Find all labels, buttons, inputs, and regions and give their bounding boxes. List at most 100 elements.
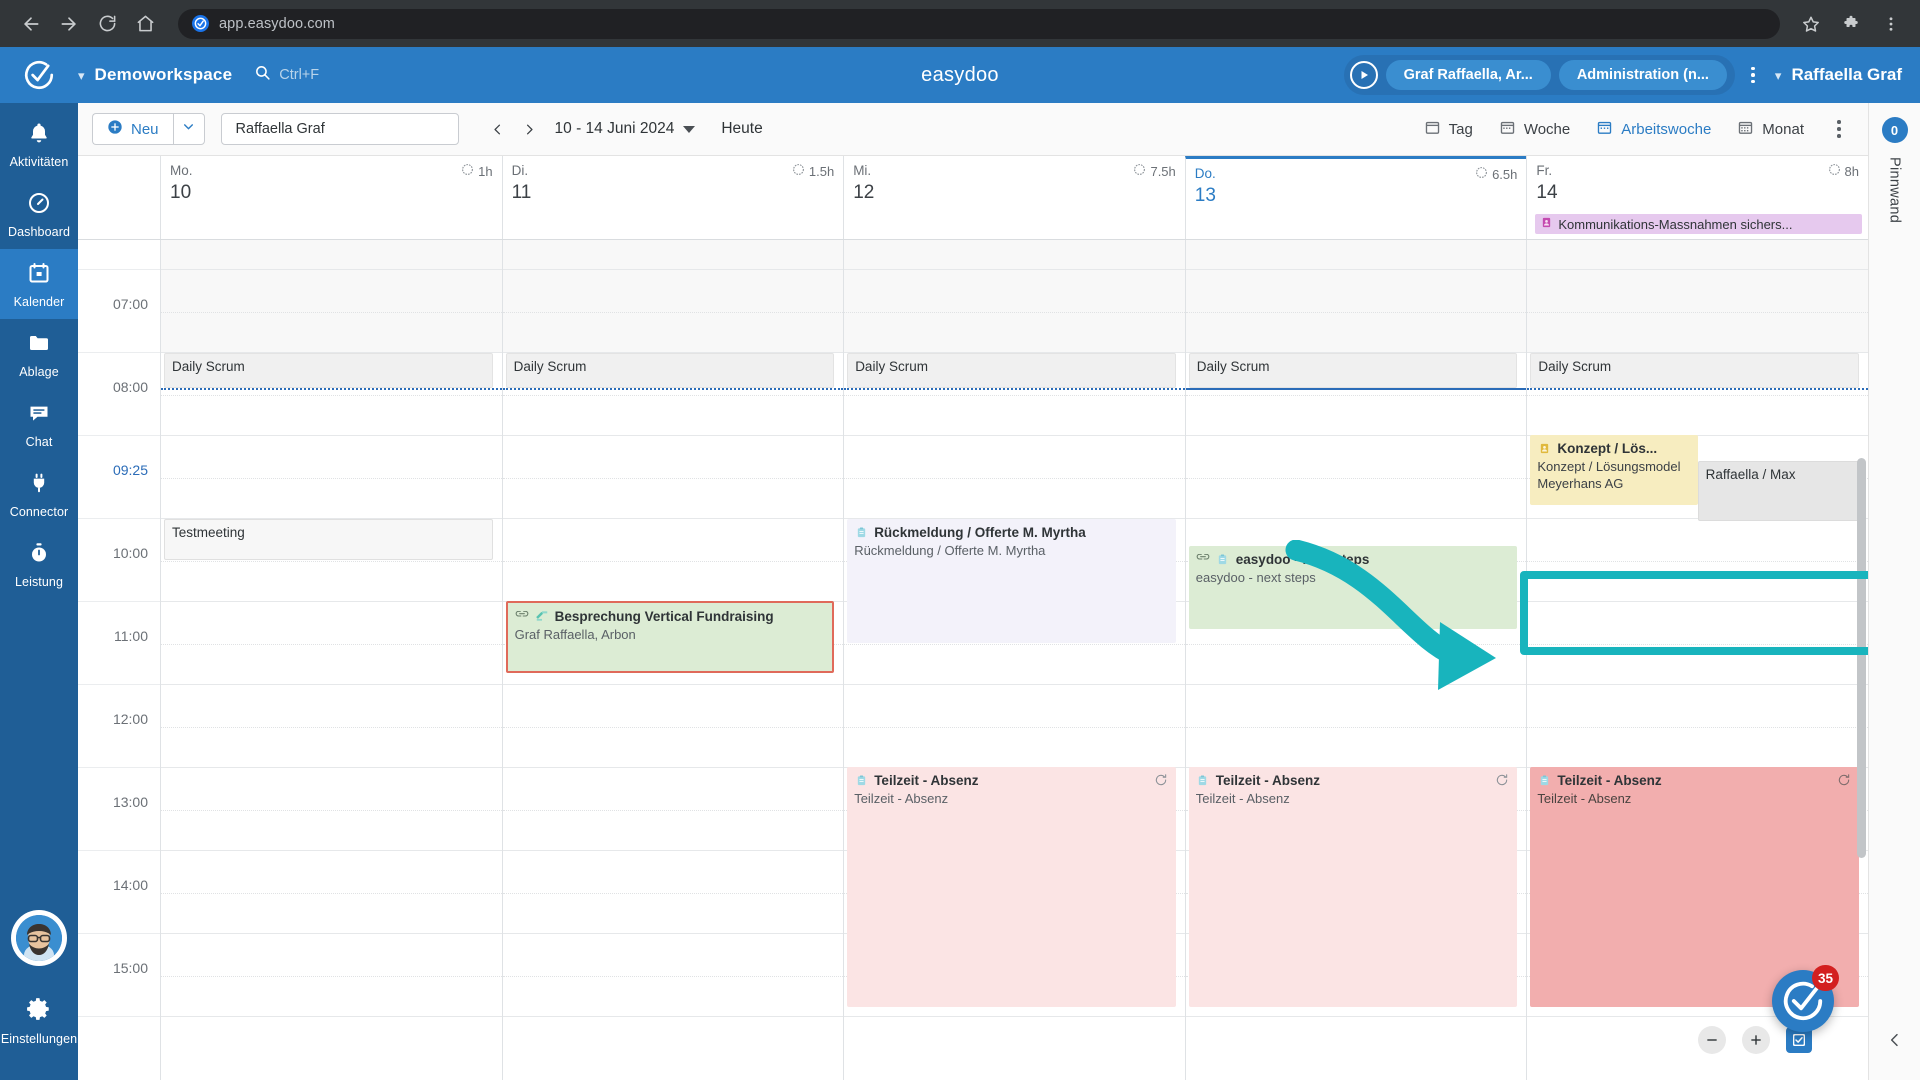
pinnwand-count-badge: 0 — [1881, 117, 1908, 143]
time-slot: 14:00 — [78, 851, 160, 934]
event-besprechung-vertical-fundraising[interactable]: Besprechung Vertical Fundraising Graf Ra… — [505, 601, 835, 673]
next-period-button[interactable] — [519, 116, 541, 142]
easydoo-assistant-button[interactable]: 35 — [1772, 965, 1839, 1032]
home-icon[interactable] — [128, 7, 162, 41]
workspace-switcher[interactable]: ▾ Demoworkspace — [78, 65, 232, 85]
user-menu[interactable]: ▾ Raffaella Graf — [1775, 65, 1902, 85]
duration-text: 7.5h — [1150, 163, 1176, 179]
event-title-row: Teilzeit - Absenz — [847, 767, 1176, 790]
event-daily-scrum[interactable]: Daily Scrum — [505, 353, 835, 388]
chevron-left-icon[interactable] — [1887, 1030, 1903, 1056]
context-pill-secondary[interactable]: Administration (n... — [1558, 60, 1727, 90]
view-woche-button[interactable]: Woche — [1499, 119, 1570, 140]
avatar[interactable] — [11, 910, 67, 966]
event-title: Raffaella / Max — [1705, 467, 1796, 482]
sidebar-item-label: Connector — [9, 505, 69, 519]
day-header-di[interactable]: Di. 1.5h 11 — [501, 156, 844, 239]
sidebar-item-leistung[interactable]: Leistung — [0, 529, 78, 599]
event-teilzeit-absenz[interactable]: Teilzeit - Absenz Teilzeit - Absenz — [1188, 767, 1518, 1007]
address-bar[interactable]: app.easydoo.com — [178, 8, 1780, 39]
view-label: Arbeitswoche — [1621, 120, 1712, 138]
calendar-scroll-area[interactable]: 06:00 07:00 08:00 09:25 10:00 11:00 12:0… — [78, 240, 1868, 1080]
event-konzept-loesungsmodel[interactable]: Konzept / Lös... Konzept / Lösungsmodel … — [1530, 435, 1698, 505]
sidebar-item-chat[interactable]: Chat — [0, 389, 78, 459]
date-range-selector[interactable]: 10 - 14 Juni 2024 — [555, 120, 696, 138]
pinnwand-label[interactable]: Pinnwand — [1887, 157, 1903, 223]
calendar-day-icon — [1424, 119, 1441, 140]
calendar-filter-input[interactable]: Raffaella Graf — [220, 113, 459, 145]
day-header-mo[interactable]: Mo. 1h 10 — [160, 156, 502, 239]
sidebar-item-einstellungen[interactable]: Einstellungen — [0, 984, 79, 1056]
event-daily-scrum[interactable]: Daily Scrum — [847, 353, 1176, 388]
view-arbeitswoche-button[interactable]: Arbeitswoche — [1596, 119, 1711, 140]
scrollbar-thumb[interactable] — [1857, 458, 1866, 858]
filter-value: Raffaella Graf — [235, 121, 325, 137]
zoom-in-button[interactable] — [1742, 1026, 1770, 1054]
day-column-mi[interactable]: Daily Scrum Rückmeldung / Offerte M. Myr… — [843, 240, 1185, 1080]
current-time-line — [502, 388, 844, 390]
sidebar-item-aktivitaeten[interactable]: Aktivitäten — [0, 109, 78, 179]
day-header-fr[interactable]: Fr. 8h 14 Kommunikations-Massnahmen sich… — [1526, 156, 1868, 239]
day-column-mo[interactable]: Daily Scrum Testmeeting — [160, 240, 502, 1080]
calendar-workweek-icon — [1596, 119, 1613, 140]
event-easydoo-next-steps[interactable]: easydoo - next steps easydoo - next step… — [1188, 546, 1518, 629]
event-rueckmeldung-offerte[interactable]: Rückmeldung / Offerte M. Myrtha Rückmeld… — [847, 519, 1176, 643]
header-kebab-menu-icon[interactable] — [1741, 66, 1765, 84]
new-button[interactable]: Neu — [92, 113, 173, 145]
global-search[interactable]: Ctrl+F — [254, 64, 319, 86]
sidebar-item-connector[interactable]: Connector — [0, 459, 78, 529]
play-timer-icon[interactable] — [1349, 61, 1378, 89]
reload-icon[interactable] — [90, 7, 124, 41]
calendar-week-icon — [1499, 119, 1516, 140]
zoom-out-button[interactable] — [1698, 1026, 1726, 1054]
sidebar-item-kalender[interactable]: Kalender — [0, 249, 78, 319]
calendar-scrollbar[interactable] — [1857, 248, 1866, 1054]
back-arrow-icon[interactable] — [14, 7, 48, 41]
event-title: Rückmeldung / Offerte M. Myrtha — [874, 524, 1086, 540]
event-raffaella-max[interactable]: Raffaella / Max — [1697, 461, 1859, 521]
easydoo-logo-icon[interactable] — [0, 58, 78, 92]
event-testmeeting[interactable]: Testmeeting — [164, 519, 493, 560]
event-subtitle: easydoo - next steps — [1195, 570, 1316, 585]
sidebar-item-label: Ablage — [19, 365, 59, 379]
bell-icon — [27, 121, 51, 150]
forward-arrow-icon[interactable] — [52, 7, 86, 41]
link-icon — [515, 608, 529, 624]
sidebar-item-dashboard[interactable]: Dashboard — [0, 179, 78, 249]
event-daily-scrum[interactable]: Daily Scrum — [1188, 353, 1518, 388]
event-title: Daily Scrum — [855, 359, 928, 374]
view-tag-button[interactable]: Tag — [1424, 119, 1473, 140]
day-header-do[interactable]: Do. 6.5h 13 — [1184, 156, 1527, 239]
browser-actions — [1796, 9, 1906, 39]
extensions-puzzle-icon[interactable] — [1836, 9, 1866, 39]
recurrence-icon — [1495, 773, 1509, 790]
event-daily-scrum[interactable]: Daily Scrum — [1530, 353, 1859, 388]
bookmark-star-icon[interactable] — [1796, 9, 1826, 39]
new-button-dropdown[interactable] — [172, 113, 205, 145]
context-pill-primary[interactable]: Graf Raffaella, Ar... — [1385, 60, 1551, 90]
current-time-line — [1527, 388, 1868, 390]
date-navigation — [487, 116, 541, 142]
prev-period-button[interactable] — [487, 116, 509, 142]
view-label: Tag — [1448, 120, 1473, 138]
day-column-di[interactable]: Daily Scrum Besprechung Vertical Fundrai… — [501, 240, 844, 1080]
view-monat-button[interactable]: Monat — [1737, 119, 1804, 140]
clipboard-icon — [854, 772, 868, 788]
all-day-event-title: Kommunikations-Massnahmen sichers... — [1558, 216, 1793, 232]
toolbar-kebab-menu-icon[interactable] — [1830, 120, 1848, 138]
time-slot: 11:00 — [78, 602, 160, 685]
day-header-mi[interactable]: Mi. 7.5h 12 — [843, 156, 1185, 239]
event-daily-scrum[interactable]: Daily Scrum — [164, 353, 493, 388]
chat-bubble-icon — [27, 401, 51, 430]
today-button[interactable]: Heute — [721, 120, 762, 138]
time-label: 08:00 — [112, 379, 148, 395]
event-title-row: Konzept / Lös... — [1530, 435, 1697, 458]
clipboard-icon — [1537, 772, 1551, 788]
event-teilzeit-absenz[interactable]: Teilzeit - Absenz Teilzeit - Absenz — [847, 767, 1176, 1007]
browser-menu-icon[interactable] — [1876, 9, 1906, 39]
day-column-fr[interactable]: Daily Scrum Konzept / Lös... Konzept / L… — [1526, 240, 1868, 1080]
day-column-do[interactable]: Daily Scrum easydoo - next steps easydoo… — [1184, 240, 1527, 1080]
day-weekday: Mi. — [853, 163, 872, 178]
all-day-event[interactable]: Kommunikations-Massnahmen sichers... — [1535, 214, 1862, 234]
sidebar-item-ablage[interactable]: Ablage — [0, 319, 78, 389]
